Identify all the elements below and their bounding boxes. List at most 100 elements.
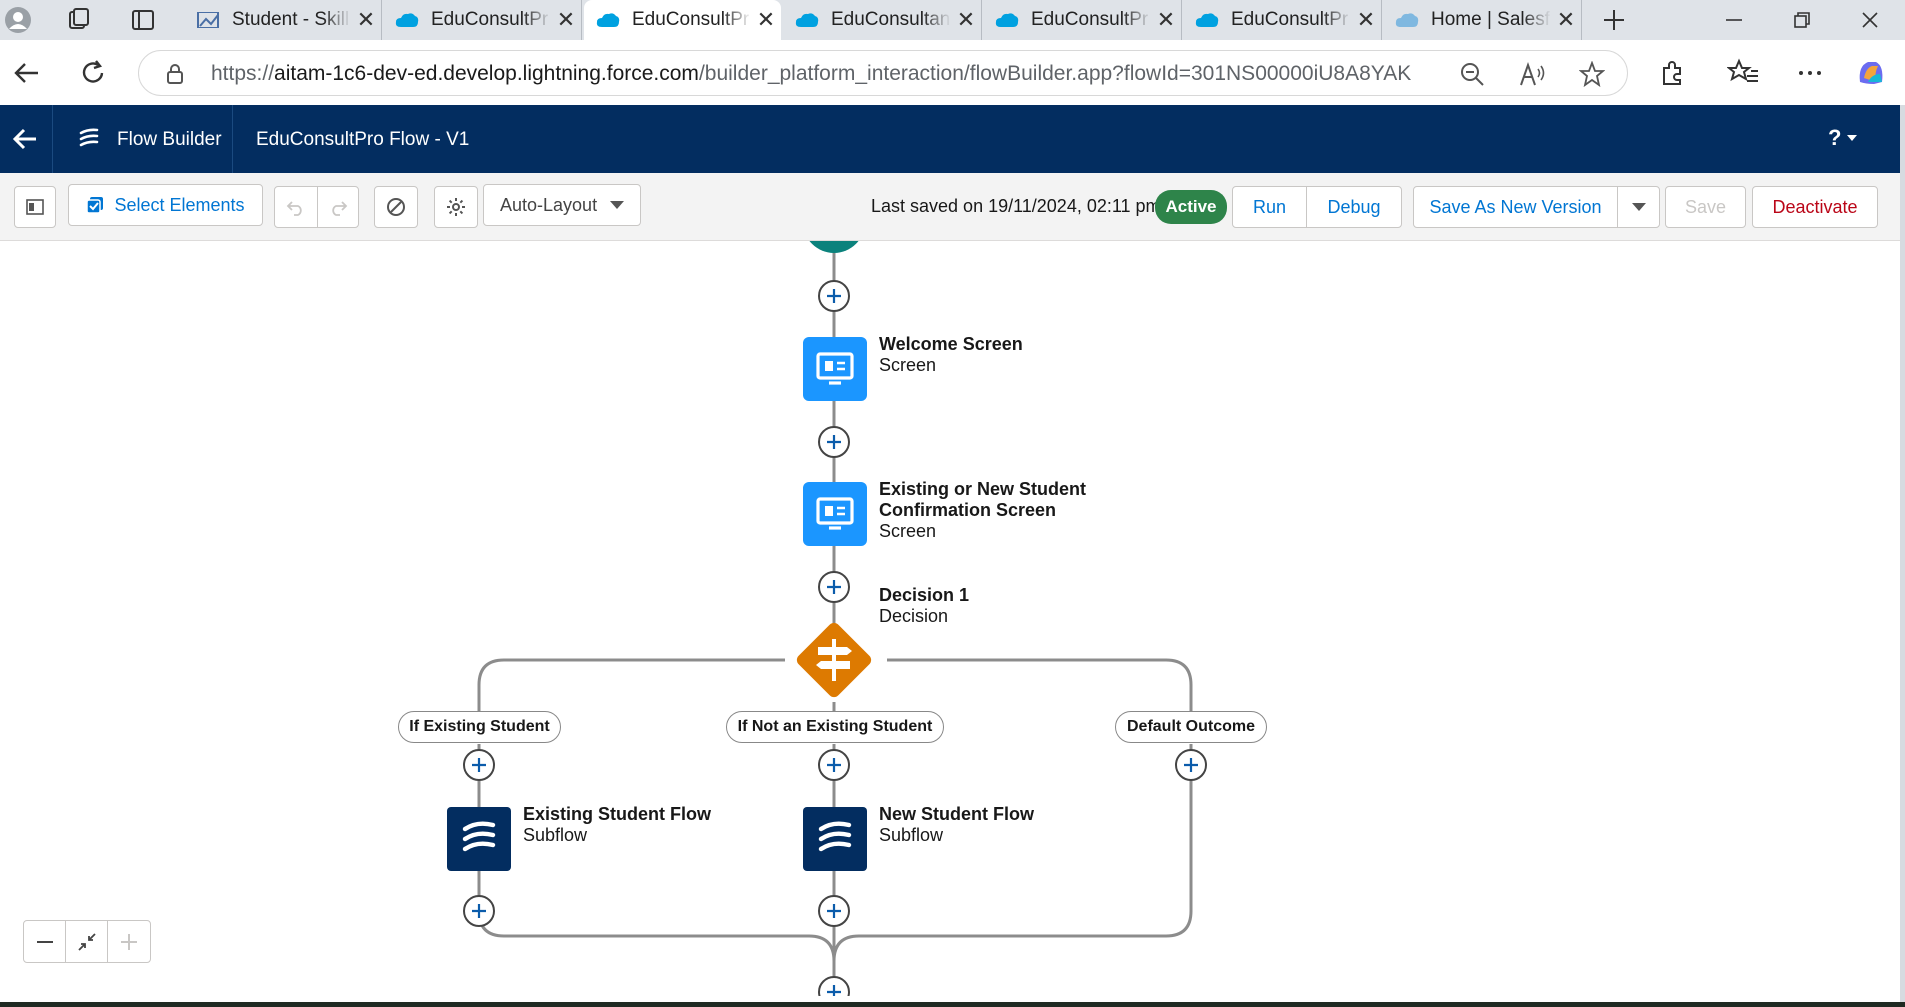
- help-menu[interactable]: ?: [1828, 125, 1858, 151]
- panel-toggle-icon: [26, 199, 44, 215]
- tab-title: EduConsultPr: [1231, 9, 1351, 31]
- tab-title: Home | Salesf: [1431, 9, 1551, 31]
- restore-button[interactable]: [1768, 0, 1836, 40]
- element-type: Subflow: [879, 825, 944, 845]
- tab-title: EduConsultPr: [632, 9, 751, 31]
- back-icon[interactable]: [10, 56, 44, 90]
- new-student-flow-label: New Student Flow Subflow: [879, 804, 1034, 846]
- plus-icon: [1604, 10, 1624, 30]
- element-name: Welcome Screen: [879, 334, 1023, 354]
- tab-educonsultpro-active[interactable]: EduConsultPr ✕: [584, 0, 781, 40]
- add-element-button[interactable]: [818, 571, 850, 603]
- salesforce-cloud-icon: [395, 13, 419, 27]
- element-type: Screen: [879, 355, 937, 375]
- zoom-out-button[interactable]: [24, 921, 66, 962]
- flow-builder-logo-icon: [79, 128, 99, 147]
- tab-educonsultpro-1[interactable]: EduConsultPr ✕: [383, 0, 582, 40]
- profile-icon[interactable]: [4, 6, 32, 34]
- deactivate-button[interactable]: Deactivate: [1752, 186, 1878, 228]
- zoom-in-button[interactable]: [108, 921, 150, 962]
- flow-builder-header: Flow Builder EduConsultPro Flow - V1 ?: [0, 105, 1900, 173]
- add-element-button[interactable]: [818, 426, 850, 458]
- more-options-icon[interactable]: [1793, 56, 1827, 90]
- minimize-button[interactable]: [1700, 0, 1768, 40]
- plus-icon: [472, 904, 486, 918]
- browser-address-bar: https://aitam-1c6-dev-ed.develop.lightni…: [0, 40, 1905, 105]
- salesforce-cloud-icon: [795, 13, 819, 27]
- add-element-button[interactable]: [463, 895, 495, 927]
- save-as-new-version-button[interactable]: Save As New Version: [1413, 186, 1618, 228]
- plus-icon: [121, 933, 137, 950]
- tab-title: EduConsultPr: [1031, 9, 1151, 31]
- new-tab-button[interactable]: [1580, 0, 1648, 40]
- close-tab-icon[interactable]: ✕: [351, 7, 381, 33]
- tab-educonsultant[interactable]: EduConsultan ✕: [783, 0, 982, 40]
- tab-educonsultpro-2[interactable]: EduConsultPr ✕: [983, 0, 1182, 40]
- existing-student-subflow-node[interactable]: [447, 807, 511, 871]
- undo-button[interactable]: [274, 186, 318, 228]
- element-name: Existing Student Flow: [523, 804, 711, 824]
- element-type: Decision: [879, 606, 949, 626]
- redo-button[interactable]: [317, 186, 359, 228]
- chevron-down-icon: [1847, 135, 1858, 141]
- back-arrow-icon[interactable]: [12, 127, 38, 151]
- run-button[interactable]: Run: [1232, 186, 1307, 228]
- add-element-button[interactable]: [818, 749, 850, 781]
- close-tab-icon[interactable]: ✕: [1551, 7, 1581, 33]
- debug-button[interactable]: Debug: [1306, 186, 1402, 228]
- outcome-default[interactable]: Default Outcome: [1115, 711, 1267, 743]
- flow-settings-button[interactable]: [434, 186, 478, 228]
- confirmation-screen-label: Existing or New Student Confirmation Scr…: [879, 479, 1086, 542]
- outcome-existing-student[interactable]: If Existing Student: [398, 711, 561, 743]
- fit-to-view-button[interactable]: [66, 921, 108, 962]
- read-aloud-icon[interactable]: [1519, 61, 1547, 87]
- add-element-button[interactable]: [818, 895, 850, 927]
- confirmation-screen-node[interactable]: [803, 482, 867, 546]
- toggle-toolbox-button[interactable]: [14, 186, 56, 228]
- url-field[interactable]: https://aitam-1c6-dev-ed.develop.lightni…: [138, 50, 1628, 96]
- select-elements-button[interactable]: Select Elements: [68, 184, 263, 226]
- close-tab-icon[interactable]: ✕: [751, 7, 781, 33]
- plus-icon: [827, 904, 841, 918]
- close-window-button[interactable]: [1836, 0, 1904, 40]
- decision-node[interactable]: [785, 611, 883, 709]
- favorites-icon[interactable]: [1727, 56, 1761, 90]
- error-check-button[interactable]: [374, 186, 418, 228]
- add-element-button[interactable]: [463, 749, 495, 781]
- close-tab-icon[interactable]: ✕: [1351, 7, 1381, 33]
- close-tab-icon[interactable]: ✕: [1151, 7, 1181, 33]
- salesforce-cloud-icon: [596, 13, 620, 27]
- element-type: Subflow: [523, 825, 588, 845]
- flow-canvas[interactable]: Welcome Screen Screen Existing or New St…: [0, 241, 1900, 996]
- save-options-dropdown[interactable]: [1617, 186, 1660, 228]
- layout-mode-value: Auto-Layout: [500, 194, 598, 215]
- welcome-screen-label: Welcome Screen Screen: [879, 334, 1023, 376]
- url-text: https://aitam-1c6-dev-ed.develop.lightni…: [211, 62, 1412, 85]
- refresh-icon[interactable]: [76, 56, 110, 90]
- tab-educonsultpro-3[interactable]: EduConsultPr ✕: [1183, 0, 1382, 40]
- redo-icon: [332, 201, 348, 216]
- outcome-not-existing-student[interactable]: If Not an Existing Student: [726, 711, 944, 743]
- close-tab-icon[interactable]: ✕: [951, 7, 981, 33]
- chevron-down-icon: [610, 201, 624, 209]
- welcome-screen-node[interactable]: [803, 337, 867, 401]
- workspaces-icon[interactable]: [65, 6, 93, 34]
- image-icon: [197, 12, 219, 28]
- taskbar-edge: [0, 1002, 1905, 1007]
- tab-home-salesforce[interactable]: Home | Salesf ✕: [1383, 0, 1582, 40]
- extensions-icon[interactable]: [1656, 56, 1690, 90]
- copilot-icon[interactable]: [1854, 56, 1888, 90]
- favorite-star-icon[interactable]: [1579, 61, 1605, 87]
- save-button[interactable]: Save: [1665, 186, 1746, 228]
- new-student-subflow-node[interactable]: [803, 807, 867, 871]
- add-element-button[interactable]: [1175, 749, 1207, 781]
- zoom-out-icon[interactable]: [1459, 61, 1485, 87]
- tab-actions-icon[interactable]: [129, 6, 157, 34]
- add-element-button[interactable]: [818, 280, 850, 312]
- layout-mode-select[interactable]: Auto-Layout: [483, 184, 641, 226]
- screen-icon: [816, 497, 854, 530]
- lock-icon[interactable]: [165, 63, 185, 85]
- close-tab-icon[interactable]: ✕: [551, 7, 581, 33]
- tab-student-skill[interactable]: Student - Skill ✕: [184, 0, 382, 40]
- flow-toolbar: Select Elements Auto-Layout Last saved o…: [0, 173, 1900, 241]
